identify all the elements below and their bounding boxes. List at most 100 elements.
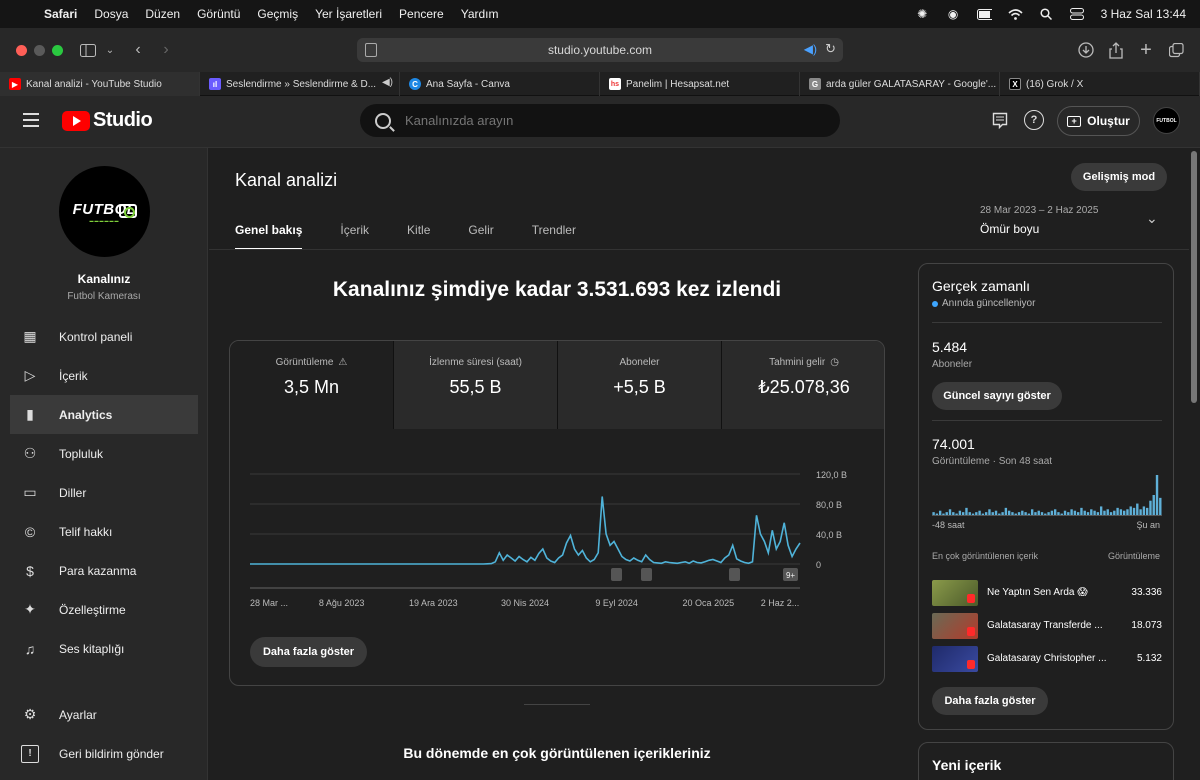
shorts-marker-icon <box>641 568 652 581</box>
tab-overview-icon[interactable] <box>1166 40 1186 60</box>
chatgpt-icon[interactable]: ✺ <box>915 7 930 21</box>
realtime-bar <box>1017 512 1021 515</box>
tab-hesapsat[interactable]: hs Panelim | Hesapsat.net <box>600 72 800 96</box>
menubar-clock[interactable]: 3 Haz Sal 13:44 <box>1101 7 1186 21</box>
menu-yardim[interactable]: Yardım <box>461 7 499 21</box>
tab-youtube-studio[interactable]: ▶ Kanal analizi - YouTube Studio <box>0 72 200 96</box>
sidebar-item-dashboard[interactable]: ▦ Kontrol paneli <box>10 317 198 356</box>
zoom-window-button[interactable] <box>52 45 63 56</box>
menu-gecmis[interactable]: Geçmiş <box>257 7 298 21</box>
back-icon[interactable]: ‹ <box>128 40 148 60</box>
menu-yer-isaretleri[interactable]: Yer İşaretleri <box>315 7 382 21</box>
sidebar-item-customization[interactable]: ✦ Özelleştirme <box>10 590 198 629</box>
metric-views[interactable]: Görüntüleme ⚠ 3,5 Mn <box>230 341 394 429</box>
menu-goruntu[interactable]: Görüntü <box>197 7 240 21</box>
sidebar-item-community[interactable]: ⚇ Topluluk <box>10 434 198 473</box>
tab-trends[interactable]: Trendler <box>532 223 576 250</box>
sidebar-item-label: Kontrol paneli <box>59 329 133 344</box>
audio-favicon: ıl <box>209 78 221 90</box>
realtime-bar <box>1021 510 1024 515</box>
realtime-axis-end: Şu an <box>1136 520 1160 530</box>
play-circle-icon[interactable]: ◉ <box>946 7 961 21</box>
sidebar-item-label: İçerik <box>59 368 88 383</box>
shorts-icon <box>967 659 975 669</box>
tab-content[interactable]: İçerik <box>340 223 369 250</box>
sidebar-item-content[interactable]: ▷ İçerik <box>10 356 198 395</box>
realtime-bar <box>1106 509 1109 515</box>
sidebar-item-copyright[interactable]: © Telif hakkı <box>10 512 198 551</box>
advanced-mode-button[interactable]: Gelişmiş mod <box>1071 163 1167 191</box>
sidebar-item-audio-library[interactable]: ♫ Ses kitaplığı <box>10 629 198 668</box>
realtime-bar <box>1145 507 1149 515</box>
close-window-button[interactable] <box>16 45 27 56</box>
page-scrollbar[interactable] <box>1189 148 1200 780</box>
downloads-icon[interactable] <box>1076 40 1096 60</box>
realtime-bar <box>1116 507 1119 515</box>
studio-logo[interactable]: Studio <box>62 109 153 132</box>
video-title: Ne Yaptın Sen Arda 😱 <box>987 587 1088 598</box>
sidebar-item-label: Topluluk <box>59 446 104 461</box>
tab-overview[interactable]: Genel bakış <box>235 223 303 250</box>
chevron-down-icon[interactable]: ⌄ <box>1146 210 1158 227</box>
views-line <box>250 496 801 565</box>
tab-google[interactable]: G arda güler GALATASARAY - Google'... <box>800 72 1000 96</box>
metric-tabs: Görüntüleme ⚠ 3,5 Mn İzlenme süresi (saat… <box>230 341 884 429</box>
menu-icon[interactable] <box>23 113 39 127</box>
views-chart[interactable]: 120,0 B 80,0 B 40,0 B 0 28 Mar ... 8 Ağu 2023… <box>230 429 884 629</box>
help-icon[interactable]: ? <box>1024 110 1044 130</box>
sidebar-toggle-icon[interactable] <box>78 40 98 60</box>
realtime-bar-chart[interactable] <box>932 474 1162 516</box>
messages-icon[interactable] <box>990 110 1010 130</box>
show-current-count-button[interactable]: Güncel sayıyı göster <box>932 382 1062 410</box>
sidebar-item-analytics[interactable]: ▮ Analytics <box>10 395 198 434</box>
control-center-icon[interactable] <box>1070 8 1085 20</box>
list-item[interactable]: Ne Yaptın Sen Arda 😱 33.336 <box>932 579 1162 606</box>
sidebar-item-languages[interactable]: ▭ Diller <box>10 473 198 512</box>
overview-card: Görüntüleme ⚠ 3,5 Mn İzlenme süresi (saat… <box>229 340 885 686</box>
sidebar-item-settings[interactable]: ⚙ Ayarlar <box>10 695 198 734</box>
tab-grok[interactable]: X (16) Grok / X <box>1000 72 1200 96</box>
clock-icon[interactable]: ◷ <box>830 357 839 368</box>
menu-app[interactable]: Safari <box>44 7 77 21</box>
metric-subscribers[interactable]: Aboneler +5,5 B <box>558 341 722 429</box>
audio-playing-icon[interactable]: ◀) <box>804 42 817 56</box>
metric-watch-time[interactable]: İzlenme süresi (saat) 55,5 B <box>394 341 558 429</box>
warning-icon[interactable]: ⚠ <box>338 357 347 368</box>
search-input[interactable] <box>405 113 785 128</box>
sidebar-item-feedback[interactable]: ! Geri bildirim gönder <box>10 734 198 773</box>
tab-revenue[interactable]: Gelir <box>468 223 493 250</box>
x-tick-label: 28 Mar ... <box>250 598 288 608</box>
sidebar-item-label: Ses kitaplığı <box>59 641 125 656</box>
channel-avatar[interactable]: FUTBOL ▬▬▬▬▬▬ <box>59 166 150 257</box>
date-range-selector[interactable]: 28 Mar 2023 – 2 Haz 2025 Ömür boyu <box>980 205 1098 236</box>
scrollbar-thumb[interactable] <box>1191 151 1197 403</box>
address-bar[interactable]: studio.youtube.com ◀) ↻ <box>357 38 843 62</box>
menu-duzen[interactable]: Düzen <box>145 7 180 21</box>
forward-icon[interactable]: › <box>156 40 176 60</box>
menu-dosya[interactable]: Dosya <box>94 7 128 21</box>
spotlight-icon[interactable] <box>1039 8 1054 20</box>
tab-seslendirme[interactable]: ıl Seslendirme » Seslendirme & D... ◀) <box>200 72 400 96</box>
menu-pencere[interactable]: Pencere <box>399 7 444 21</box>
settings-icon: ⚙ <box>23 706 37 722</box>
create-button[interactable]: + Oluştur <box>1057 106 1140 136</box>
tab-canva[interactable]: C Ana Sayfa - Canva <box>400 72 600 96</box>
list-item[interactable]: Galatasaray Christopher ... 5.132 <box>932 645 1162 672</box>
share-icon[interactable] <box>1106 40 1126 60</box>
sidebar-item-monetization[interactable]: $ Para kazanma <box>10 551 198 590</box>
speaker-icon[interactable]: ◀) <box>382 77 393 88</box>
reload-icon[interactable]: ↻ <box>825 41 836 57</box>
account-avatar[interactable]: FUTBOL <box>1153 107 1180 134</box>
new-tab-icon[interactable]: + <box>1136 39 1156 61</box>
search-bar[interactable] <box>360 104 840 137</box>
battery-icon[interactable] <box>976 8 992 20</box>
metric-revenue[interactable]: Tahmini gelir ◷ ₺25.078,36 <box>722 341 884 429</box>
tab-audience[interactable]: Kitle <box>407 223 430 250</box>
minimize-window-button[interactable] <box>34 45 45 56</box>
wifi-icon[interactable] <box>1008 8 1023 20</box>
show-more-button[interactable]: Daha fazla göster <box>932 687 1048 715</box>
list-item[interactable]: Galatasaray Transferde ... 18.073 <box>932 612 1162 639</box>
show-more-button[interactable]: Daha fazla göster <box>250 637 367 667</box>
chevron-down-icon[interactable]: ⌄ <box>100 40 120 60</box>
y-tick-label: 40,0 B <box>816 530 842 540</box>
